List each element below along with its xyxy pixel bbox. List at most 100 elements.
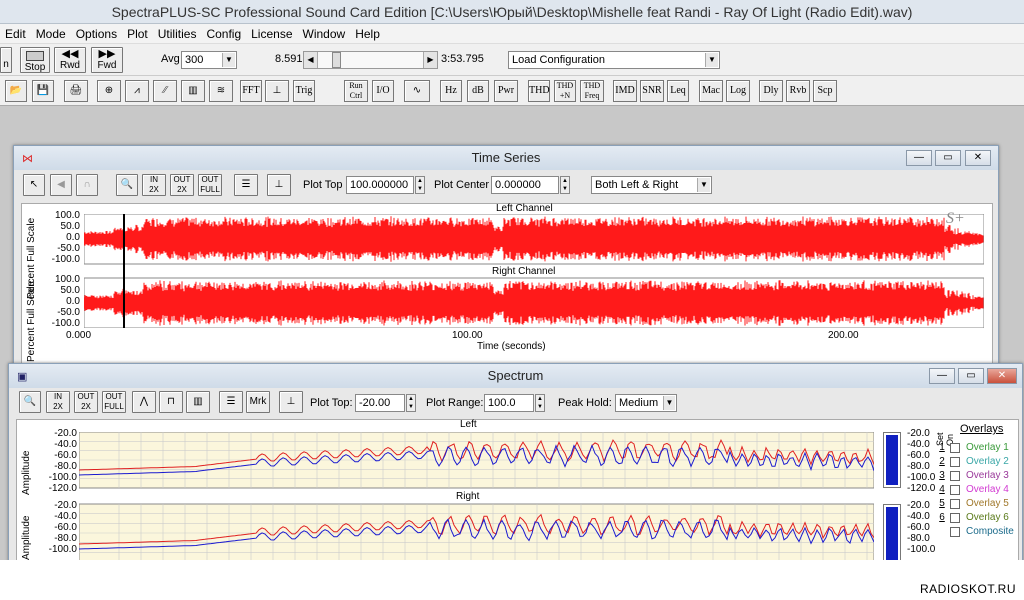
maximize-button[interactable]: ▭ — [958, 368, 984, 384]
mac-button[interactable]: Mac — [699, 80, 723, 102]
open-folder-icon[interactable]: 📂 — [5, 80, 27, 102]
step-plot-icon[interactable]: ⊓ — [159, 391, 183, 413]
spinner-icon[interactable]: ▲ ▼ — [406, 394, 416, 412]
overlay-name[interactable]: Overlay 2 — [966, 456, 1009, 467]
spinner-icon[interactable]: ▲ ▼ — [415, 176, 425, 194]
pwr-button[interactable]: Pwr — [494, 80, 518, 102]
overlay-set-number[interactable]: 5 — [938, 498, 946, 509]
pointer-icon[interactable]: ↖ — [23, 174, 45, 196]
channel-select[interactable]: Both Left & Right ▼ — [591, 176, 712, 194]
overlay-name[interactable]: Composite — [966, 526, 1014, 537]
avg-select[interactable]: 300 ▼ — [181, 51, 237, 69]
rewind-button[interactable]: ◀◀ Rwd — [54, 47, 86, 73]
minimize-button[interactable]: — — [929, 368, 955, 384]
scale-icon[interactable]: ⊥ — [265, 80, 289, 102]
overlay-checkbox[interactable] — [950, 471, 960, 481]
fft-button[interactable]: FFT — [240, 80, 262, 102]
menu-plot[interactable]: Plot — [122, 24, 153, 44]
overlay-set-number[interactable]: 1 — [938, 442, 946, 453]
menu-mode[interactable]: Mode — [31, 24, 71, 44]
minimize-button[interactable]: — — [906, 150, 932, 166]
overlay-name[interactable]: Overlay 1 — [966, 442, 1009, 453]
crosshair-icon[interactable]: ⊕ — [97, 80, 121, 102]
overlay-name[interactable]: Overlay 4 — [966, 484, 1009, 495]
stop-button[interactable]: Stop — [20, 47, 50, 73]
menu-window[interactable]: Window — [298, 24, 351, 44]
log-button[interactable]: Log — [726, 80, 750, 102]
position-slider[interactable]: ◀ ▶ — [303, 51, 438, 69]
menu-help[interactable]: Help — [350, 24, 385, 44]
dly-button[interactable]: Dly — [759, 80, 783, 102]
marker-icon[interactable]: ⊥ — [267, 174, 291, 196]
overlay-set-number[interactable]: 3 — [938, 470, 946, 481]
overlay-checkbox[interactable] — [950, 527, 960, 537]
trig-button[interactable]: Trig — [293, 80, 315, 102]
thd-n-button[interactable]: THD +N — [554, 80, 576, 102]
scp-button[interactable]: Scp — [813, 80, 837, 102]
leq-button[interactable]: Leq — [667, 80, 689, 102]
menu-options[interactable]: Options — [71, 24, 122, 44]
spinner-icon[interactable]: ▲ ▼ — [560, 176, 570, 194]
hz-button[interactable]: Hz — [440, 80, 462, 102]
waterfall-icon[interactable]: ≋ — [209, 80, 233, 102]
run-ctrl-button[interactable]: Run Ctrl — [344, 80, 368, 102]
waveform-icon[interactable]: ⩘ — [125, 80, 149, 102]
snr-button[interactable]: SNR — [640, 80, 664, 102]
thd-freq-button[interactable]: THD Freq — [580, 80, 604, 102]
speaker-icon[interactable]: ◀ — [50, 174, 72, 196]
config-select[interactable]: Load Configuration ▼ — [508, 51, 720, 69]
overlay-set-number[interactable]: 2 — [938, 456, 946, 467]
chevron-down-icon[interactable]: ▼ — [663, 396, 675, 410]
overlay-set-number[interactable]: 6 — [938, 512, 946, 523]
spinner-icon[interactable]: ▲ ▼ — [535, 394, 545, 412]
line-plot-icon[interactable]: ⋀ — [132, 391, 156, 413]
right-arrow-icon[interactable]: ▶ — [423, 52, 437, 68]
bars-icon[interactable]: ▥ — [181, 80, 205, 102]
overlay-checkbox[interactable] — [950, 499, 960, 509]
plot-center-input[interactable]: 0.000000 — [491, 176, 559, 194]
close-button[interactable]: ✕ — [987, 368, 1017, 384]
save-icon[interactable]: 💾 — [32, 80, 54, 102]
db-button[interactable]: dB — [467, 80, 489, 102]
peak-hold-select[interactable]: Medium ▼ — [615, 394, 677, 412]
overlay-checkbox[interactable] — [950, 485, 960, 495]
maximize-button[interactable]: ▭ — [935, 150, 961, 166]
chevron-down-icon[interactable]: ▼ — [705, 53, 718, 67]
zoom-icon[interactable]: 🔍 — [116, 174, 138, 196]
left-arrow-icon[interactable]: ◀ — [304, 52, 318, 68]
print-icon[interactable]: 🖨 — [64, 80, 88, 102]
io-button[interactable]: I/O — [372, 80, 394, 102]
slider-thumb[interactable] — [332, 52, 341, 68]
overlay-name[interactable]: Overlay 3 — [966, 470, 1009, 481]
overlay-checkbox[interactable] — [950, 443, 960, 453]
close-button[interactable]: ✕ — [965, 150, 991, 166]
menu-edit[interactable]: Edit — [0, 24, 31, 44]
rvb-button[interactable]: Rvb — [786, 80, 810, 102]
overlay-checkbox[interactable] — [950, 457, 960, 467]
plot-top-input[interactable]: 100.000000 — [346, 176, 414, 194]
plot-top-input[interactable]: -20.00 — [355, 394, 405, 412]
overlay-set-number[interactable]: 4 — [938, 484, 946, 495]
forward-button[interactable]: ▶▶ Fwd — [91, 47, 123, 73]
chevron-down-icon[interactable]: ▼ — [697, 178, 710, 192]
signal-generator-icon[interactable]: ∿ — [404, 80, 430, 102]
menu-config[interactable]: Config — [201, 24, 246, 44]
partial-button[interactable]: n — [0, 47, 12, 73]
imd-button[interactable]: IMD — [613, 80, 637, 102]
zoom-out-2x-icon[interactable]: OUT 2X — [74, 391, 98, 413]
bar-plot-icon[interactable]: ▥ — [186, 391, 210, 413]
menu-license[interactable]: License — [246, 24, 297, 44]
overlay-checkbox[interactable] — [950, 513, 960, 523]
menu-utilities[interactable]: Utilities — [153, 24, 202, 44]
zoom-in-2x-icon[interactable]: IN 2X — [142, 174, 166, 196]
zoom-in-2x-icon[interactable]: IN 2X — [46, 391, 70, 413]
plot-range-input[interactable]: 100.0 — [484, 394, 534, 412]
marker-button[interactable]: Mrk — [246, 391, 270, 413]
settings-icon[interactable]: ☰ — [219, 391, 243, 413]
cursor-icon[interactable]: ⊥ — [279, 391, 303, 413]
envelope-icon[interactable]: ∩ — [76, 174, 98, 196]
thd-button[interactable]: THD — [528, 80, 550, 102]
zoom-full-icon[interactable]: OUT FULL — [102, 391, 126, 413]
spectrum-icon[interactable]: ⁄⁄ — [153, 80, 177, 102]
zoom-icon[interactable]: 🔍 — [19, 391, 41, 413]
